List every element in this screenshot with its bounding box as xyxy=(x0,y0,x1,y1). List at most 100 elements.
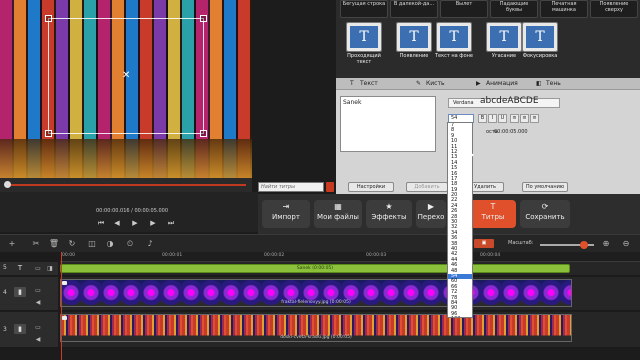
visibility-icon[interactable]: ▭ xyxy=(34,287,42,295)
playhead[interactable] xyxy=(61,252,62,360)
tab-brush[interactable]: ✎ Кисть xyxy=(412,78,445,90)
title-track-icon: T xyxy=(17,264,23,272)
style-tile-passing-text[interactable]: T Проходящий текст xyxy=(340,22,388,65)
duration-value[interactable]: 00:00:05.000 xyxy=(494,129,528,135)
video-track-icon: ▮ xyxy=(14,324,26,334)
add-button[interactable]: Добавить xyxy=(406,182,448,192)
style-tile-text-on-background[interactable]: T Текст на фоне xyxy=(430,22,478,59)
track-number: 3 xyxy=(3,326,7,333)
forward-icon[interactable]: ▶ xyxy=(148,219,158,227)
effects-icon: ★ xyxy=(385,202,393,211)
effects-button[interactable]: ★ Эффекты xyxy=(366,200,412,228)
speed-icon[interactable]: ⏲ xyxy=(124,239,136,249)
lock-icon[interactable]: ◨ xyxy=(46,265,54,273)
titles-button[interactable]: T Титры xyxy=(470,200,516,228)
tab-animation[interactable]: ▶ Анимация xyxy=(472,78,518,90)
style-tile-typewriter[interactable]: Печатная машинка xyxy=(540,0,588,18)
color-icon[interactable]: ◑ xyxy=(104,239,116,249)
title-search: Найти титры xyxy=(258,180,336,194)
resize-handle[interactable] xyxy=(200,130,207,137)
style-tile-focus[interactable]: T Фокусировка xyxy=(516,22,564,59)
align-center-button[interactable]: ≡ xyxy=(520,114,529,123)
zoom-in-icon[interactable]: ⊕ xyxy=(600,239,612,249)
files-icon: ▦ xyxy=(334,202,342,211)
skip-forward-icon[interactable]: ⏭ xyxy=(166,219,176,227)
clip-thumbnail-icon xyxy=(62,316,67,320)
title-clip[interactable]: Sanek (0:00:05) xyxy=(60,264,570,273)
timeline-ruler[interactable]: 00:00 00:00:01 00:00:02 00:00:03 00:00:0… xyxy=(60,252,640,262)
timeline-mode-badge[interactable]: ▣ xyxy=(474,239,494,248)
zoom-slider-knob[interactable] xyxy=(580,241,588,249)
delete-icon[interactable]: 🗑 xyxy=(48,239,60,249)
style-tile-fly-out[interactable]: Вылет xyxy=(440,0,488,18)
clear-search-icon[interactable] xyxy=(326,182,334,192)
my-files-button[interactable]: ▦ Мои файлы xyxy=(314,200,362,228)
tab-label: Текст xyxy=(360,80,378,87)
progress-knob[interactable] xyxy=(4,181,11,188)
play-icon[interactable]: ▶ xyxy=(130,219,140,227)
clip-label: fraktal-fielenovyy.jpg (0:00:05) xyxy=(281,300,351,305)
visibility-icon[interactable]: ▭ xyxy=(34,265,42,273)
size-option[interactable]: 102 xyxy=(451,316,461,317)
style-tile-label: Текст на фоне xyxy=(434,53,473,59)
import-button[interactable]: ⇥ Импорт xyxy=(262,200,310,228)
tab-shadow[interactable]: ◧ Тень xyxy=(532,78,561,90)
resize-handle[interactable] xyxy=(45,15,52,22)
text-icon: T xyxy=(350,80,354,87)
save-button[interactable]: ⟳ Сохранить xyxy=(520,200,570,228)
tab-label: Тень xyxy=(546,80,561,87)
add-track-icon[interactable]: + xyxy=(6,239,18,249)
title-style-thumbnail: T xyxy=(436,22,472,52)
button-label: Перехо xyxy=(417,213,445,221)
button-label: Сохранить xyxy=(525,213,565,221)
progress-track xyxy=(6,184,246,186)
animation-icon: ▶ xyxy=(476,80,481,87)
properties-tabs: T Текст ✎ Кисть ▶ Анимация ◧ Тень xyxy=(336,78,640,90)
crop-icon[interactable]: ◫ xyxy=(86,239,98,249)
rewind-icon[interactable]: ◀ xyxy=(112,219,122,227)
default-button[interactable]: По умолчанию xyxy=(522,182,568,192)
button-label: Эффекты xyxy=(371,213,407,221)
skip-back-icon[interactable]: ⏮ xyxy=(96,219,106,227)
title-text-input[interactable]: Sanek xyxy=(340,96,436,152)
visibility-icon[interactable]: ▭ xyxy=(34,324,42,332)
settings-button[interactable]: Настройки xyxy=(348,182,394,192)
track-video-2: doski-cveta-kraski.jpg (0:00:05) xyxy=(60,312,640,348)
bold-button[interactable]: B xyxy=(478,114,487,123)
resize-handle[interactable] xyxy=(200,15,207,22)
style-tile-falling-letters[interactable]: Падающие буквы xyxy=(490,0,538,18)
italic-button[interactable]: I xyxy=(488,114,497,123)
rotate-icon[interactable]: ↻ xyxy=(66,239,78,249)
style-tile-label: Проходящий текст xyxy=(347,53,381,65)
align-right-button[interactable]: ≡ xyxy=(530,114,539,123)
style-tile-scrolling[interactable]: Бегущая строка xyxy=(340,0,388,18)
preview-progress-bar[interactable] xyxy=(0,178,252,192)
cut-icon[interactable]: ✂ xyxy=(30,239,42,249)
track-title: Sanek (0:00:05) xyxy=(60,262,640,276)
video-clip[interactable]: fraktal-fielenovyy.jpg (0:00:05) xyxy=(60,279,572,307)
properties-buttons-row: Настройки Добавить Удалить По умолчанию xyxy=(336,180,640,194)
video-editor-window: ✕ Бегущая строка В далекой-да... Вылет П… xyxy=(0,0,640,360)
zoom-out-icon[interactable]: ⊖ xyxy=(620,239,632,249)
style-tile-appear-top[interactable]: Появление сверху xyxy=(590,0,638,18)
title-style-thumbnail: T xyxy=(522,22,558,52)
titles-icon: T xyxy=(490,202,496,211)
underline-button[interactable]: U xyxy=(498,114,507,123)
video-preview[interactable]: ✕ xyxy=(0,0,252,178)
brush-icon: ✎ xyxy=(416,80,422,87)
timecode: 00:00:00.016 / 00:00:05.000 xyxy=(96,208,169,214)
volume-icon[interactable]: ◀ xyxy=(34,299,42,307)
search-input[interactable]: Найти титры xyxy=(258,182,324,192)
import-icon: ⇥ xyxy=(282,202,290,211)
transitions-button[interactable]: ▶ Перехо xyxy=(416,200,446,228)
align-left-button[interactable]: ≡ xyxy=(510,114,519,123)
title-styles-palette: Бегущая строка В далекой-да... Вылет Пад… xyxy=(336,0,640,78)
audio-icon[interactable]: ♪ xyxy=(144,239,156,249)
resize-handle[interactable] xyxy=(45,130,52,137)
title-style-thumbnail: T xyxy=(346,22,382,52)
style-tile-far-away[interactable]: В далекой-да... xyxy=(390,0,438,18)
volume-icon[interactable]: ◀ xyxy=(34,336,42,344)
clip-thumbnail-icon xyxy=(62,281,67,285)
video-clip[interactable]: doski-cveta-kraski.jpg (0:00:05) xyxy=(60,314,572,342)
tab-text[interactable]: T Текст xyxy=(346,78,378,90)
